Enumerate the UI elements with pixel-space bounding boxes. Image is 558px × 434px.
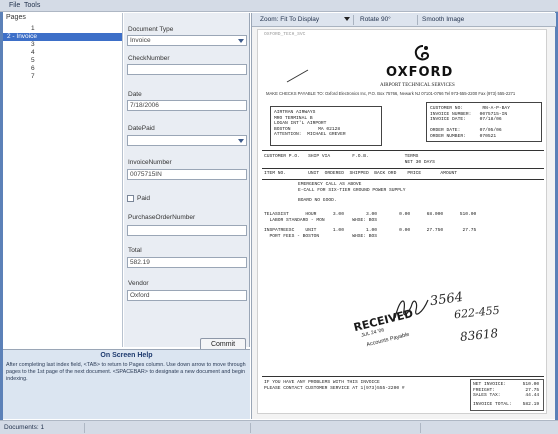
invoice-total: INVOICE TOTAL: 582.19 xyxy=(473,402,540,407)
page-item-label: 2 - Invoice xyxy=(7,33,37,40)
oxford-logo-text: OXFORD xyxy=(386,65,454,80)
footer-note: IF YOU HAVE ANY PROBLEMS WITH THIS INVOI… xyxy=(264,380,405,391)
status-divider xyxy=(250,423,251,433)
check-number-label: CheckNumber xyxy=(128,55,170,62)
page-item-label: 5 xyxy=(31,57,35,64)
invoice-number-input[interactable]: 0075715IN xyxy=(127,169,247,180)
page-item-label: 6 xyxy=(31,65,35,72)
rule xyxy=(262,168,544,169)
rule xyxy=(262,179,544,180)
vendor-label: Vendor xyxy=(128,280,149,287)
page-item-label: 1 xyxy=(31,25,35,32)
pages-panel: Pages 1 2 - Invoice 3 4 5 6 7 xyxy=(3,13,123,347)
toolbar-divider xyxy=(353,15,354,25)
page-item-7[interactable]: 7 xyxy=(3,73,122,81)
po-number-input[interactable] xyxy=(127,225,247,236)
date-label: Date xyxy=(128,91,142,98)
date-paid-select[interactable] xyxy=(127,135,247,146)
menu-bar: File Tools xyxy=(0,0,558,12)
paid-checkbox[interactable] xyxy=(127,195,134,202)
column-headers: ITEM NO. UNIT ORDERED SHIPPED BACK ORD P… xyxy=(264,171,457,176)
handwritten-note-1: 3564 xyxy=(429,289,464,310)
rotate-button[interactable]: Rotate 90° xyxy=(360,16,391,23)
smooth-image-button[interactable]: Smooth Image xyxy=(422,16,464,23)
help-text: After completing last index field, <TAB>… xyxy=(6,362,246,382)
page-item-1[interactable]: 1 xyxy=(3,25,122,33)
totals: NET INVOICE: 510.00 FREIGHT: 27.75 SALES… xyxy=(473,382,540,399)
page-item-label: 3 xyxy=(31,41,35,48)
doc-top-header: OXFORD_TECH_SVC xyxy=(264,32,306,37)
paid-label: Paid xyxy=(137,195,151,202)
documents-count: Documents: 1 xyxy=(4,424,45,431)
pages-header: Pages xyxy=(6,14,26,21)
page-item-6[interactable]: 6 xyxy=(3,65,122,73)
menu-tools[interactable]: Tools xyxy=(24,2,40,9)
ship-to-address: AIRTRAN AIRWAYS MRO TERMINAL B LOGAN INT… xyxy=(274,110,346,138)
page-item-2-selected[interactable]: 2 - Invoice xyxy=(3,33,122,41)
date-input[interactable]: 7/18/2006 xyxy=(127,100,247,111)
signature-scribble-icon xyxy=(394,299,429,319)
status-bar: Documents: 1 xyxy=(0,420,558,434)
indexing-window: File Tools Pages 1 2 - Invoice 3 4 5 6 7… xyxy=(0,0,558,434)
invoice-image: OXFORD_TECH_SVC OXFORD AIRPORT TECHNICAL… xyxy=(257,29,547,414)
rule xyxy=(262,150,544,151)
customer-info: CUSTOMER NO: RN-A-P-BAY INVOICE NUMBER: … xyxy=(430,106,510,139)
pages-list: 1 2 - Invoice 3 4 5 6 7 xyxy=(3,25,122,81)
help-title: On Screen Help xyxy=(100,352,153,359)
emergency-note: EMERGENCY CALL AS ABOVE E-CALL FOR SIX-T… xyxy=(298,182,406,193)
vendor-input[interactable]: Oxford xyxy=(127,290,247,301)
zoom-dropdown[interactable]: Zoom: Fit To Display xyxy=(260,16,319,23)
remit-address: MAKE CHECKS PAYABLE TO: Oxford Electroni… xyxy=(266,91,516,96)
board-note: BOARD NO GOOD. xyxy=(298,198,337,203)
viewer-toolbar: Zoom: Fit To Display Rotate 90° Smooth I… xyxy=(252,13,556,27)
line-item-1: TELASSIST HOUR 3.00 3.00 0.00 68.000 510… xyxy=(264,212,477,223)
line-item-2: INSPATREESC UNIT 1.00 1.00 0.00 27.750 2… xyxy=(264,228,477,239)
index-fields-panel: Document Type Invoice CheckNumber Date 7… xyxy=(124,13,250,352)
toolbar-divider xyxy=(417,15,418,25)
page-item-label: 7 xyxy=(31,73,35,80)
document-type-select[interactable]: Invoice xyxy=(127,35,247,46)
page-item-5[interactable]: 5 xyxy=(3,57,122,65)
rule xyxy=(262,376,544,377)
handwritten-note-2: 622-455 xyxy=(453,303,501,322)
on-screen-help-panel: On Screen Help After completing last ind… xyxy=(3,349,250,419)
page-item-3[interactable]: 3 xyxy=(3,41,122,49)
po-number-label: PurchaseOrderNumber xyxy=(128,214,196,221)
page-item-label: 4 xyxy=(31,49,35,56)
zoom-chevron-down-icon[interactable] xyxy=(344,17,350,21)
oxford-logo-icon xyxy=(414,45,430,61)
check-number-input[interactable] xyxy=(127,64,247,75)
pen-mark-icon xyxy=(286,69,309,83)
company-subtitle: AIRPORT TECHNICAL SERVICES xyxy=(380,83,455,88)
status-divider xyxy=(420,423,421,433)
date-paid-label: DatePaid xyxy=(128,125,155,132)
page-item-4[interactable]: 4 xyxy=(3,49,122,57)
total-input[interactable]: 582.19 xyxy=(127,257,247,268)
document-type-label: Document Type xyxy=(128,26,174,33)
total-label: Total xyxy=(128,247,142,254)
handwritten-note-3: 83618 xyxy=(459,326,499,344)
image-viewer: Zoom: Fit To Display Rotate 90° Smooth I… xyxy=(251,13,556,419)
invoice-number-label: InvoiceNumber xyxy=(128,159,172,166)
terms-row: CUSTOMER P.O. SHIP VIA F.O.B. TERMS NET … xyxy=(264,154,435,165)
menu-file[interactable]: File xyxy=(9,2,20,9)
status-divider xyxy=(84,423,85,433)
